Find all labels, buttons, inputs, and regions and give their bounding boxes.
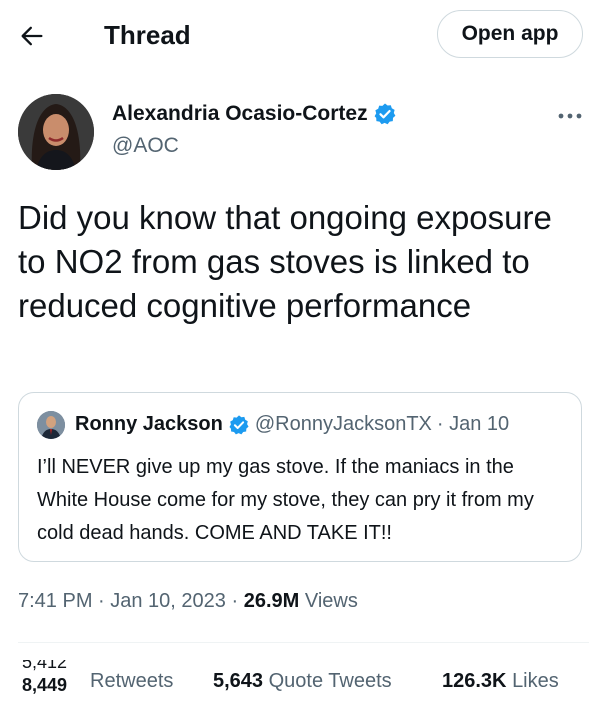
tweet-meta: 7:41 PM · Jan 10, 2023 · 26.9M Views [18,590,358,613]
retweets-count: 8,449 [22,675,68,695]
views-count: 26.9M [243,590,300,612]
quoted-tweet-date: · Jan 10 [436,413,510,435]
likes-count: 126.3K [442,670,507,692]
avatar-image [37,411,65,439]
author-handle[interactable]: @AOC [112,134,179,158]
verified-badge-icon [229,414,249,434]
retweets-label[interactable]: Retweets [90,670,173,693]
quote-tweets-stat[interactable]: 5,643 Quote Tweets [213,670,392,693]
avatar-image [18,94,94,170]
author-avatar[interactable] [18,94,94,170]
divider [18,642,589,643]
top-bar: Thread Open app [0,0,607,70]
back-button[interactable] [18,22,46,50]
author-name[interactable]: Alexandria Ocasio-Cortez [112,102,368,126]
partial-stat: 5,412 [22,652,68,672]
quoted-author-name[interactable]: Ronny Jackson [75,413,223,436]
tweet-text: Did you know that ongoing exposure to NO… [18,199,552,324]
arrow-left-icon [21,26,43,46]
retweets-stat[interactable]: 8,449 [22,674,67,697]
quote-tweets-label: Quote Tweets [268,670,392,692]
open-app-button[interactable]: Open app [437,10,583,58]
page-title: Thread [104,20,191,50]
verified-badge-icon [374,103,395,125]
likes-stat[interactable]: 126.3K Likes [442,670,559,693]
likes-label: Likes [512,670,559,692]
more-options-button[interactable] [555,106,585,126]
quote-tweets-count: 5,643 [213,670,264,692]
more-horizontal-icon [558,113,582,119]
author-name-row[interactable]: Alexandria Ocasio-Cortez [112,102,397,126]
quoted-author-handle[interactable]: @RonnyJacksonTX [255,413,432,436]
quoted-author-row: Ronny Jackson @RonnyJacksonTX · Jan 10 [75,413,509,436]
views-label: Views [304,590,358,612]
quoted-author-avatar[interactable] [37,411,65,439]
tweet-timestamp[interactable]: 7:41 PM · Jan 10, 2023 · [18,590,238,612]
quoted-tweet[interactable]: Ronny Jackson @RonnyJacksonTX · Jan 10 I… [18,392,582,562]
quoted-tweet-text: I’ll NEVER give up my gas stove. If the … [37,456,534,544]
